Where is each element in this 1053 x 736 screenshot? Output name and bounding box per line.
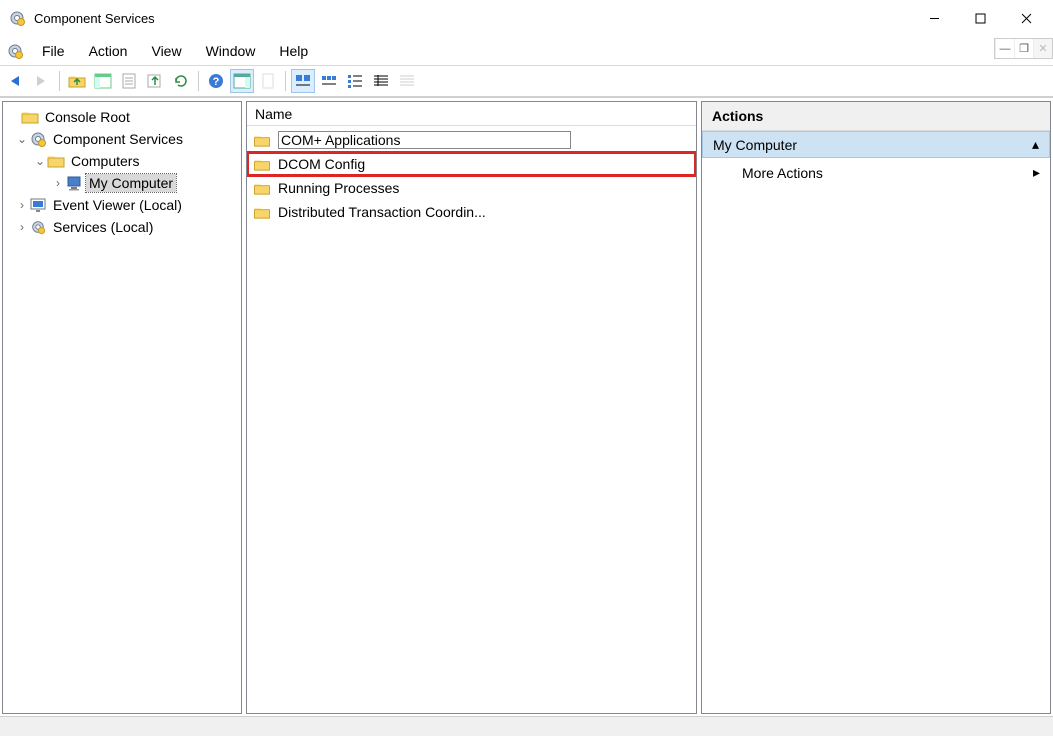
folder-icon: [253, 156, 271, 172]
tree-component-services[interactable]: ⌄ Component Services: [5, 128, 239, 150]
gear-icon: [29, 131, 47, 147]
tree-computers[interactable]: ⌄ Computers: [5, 150, 239, 172]
mdi-close[interactable]: ✕: [1033, 39, 1052, 58]
expander-icon[interactable]: ⌄: [15, 132, 29, 146]
gear-icon: [29, 219, 47, 235]
tree-my-computer[interactable]: › My Computer: [5, 172, 239, 194]
app-icon: [8, 9, 26, 27]
back-button[interactable]: [4, 69, 28, 93]
list-item[interactable]: Distributed Transaction Coordin...: [247, 200, 696, 224]
list-body: COM+ Applications DCOM Config Running Proc…: [247, 126, 696, 226]
mdi-restore[interactable]: ❐: [1014, 39, 1033, 58]
minimize-button[interactable]: [911, 2, 957, 34]
menu-window[interactable]: Window: [194, 39, 268, 63]
actions-title: Actions: [702, 102, 1050, 131]
menu-view[interactable]: View: [139, 39, 193, 63]
tree-label: My Computer: [86, 174, 176, 192]
mdi-minimize[interactable]: —: [995, 39, 1014, 58]
list-item-label: Running Processes: [278, 180, 399, 196]
list-item-label: DCOM Config: [278, 156, 365, 172]
view-detail2-button: [395, 69, 419, 93]
folder-icon: [253, 132, 271, 148]
folder-icon: [253, 204, 271, 220]
title-bar: Component Services: [0, 0, 1053, 36]
list-item[interactable]: COM+ Applications: [247, 128, 696, 152]
menu-file[interactable]: File: [30, 39, 77, 63]
doc-icon: [6, 42, 24, 60]
show-hide-tree-button[interactable]: [91, 69, 115, 93]
list-item-label: Distributed Transaction Coordin...: [278, 204, 486, 220]
folder-icon: [253, 180, 271, 196]
forward-button[interactable]: [30, 69, 54, 93]
list-item[interactable]: Running Processes: [247, 176, 696, 200]
actions-section-label: My Computer: [713, 137, 797, 153]
show-hide-actions-button[interactable]: [230, 69, 254, 93]
actions-more-actions[interactable]: More Actions ▸: [702, 158, 1050, 187]
view-list-button[interactable]: [343, 69, 367, 93]
folder-icon: [21, 109, 39, 125]
export-list-button[interactable]: [143, 69, 167, 93]
folder-icon: [47, 153, 65, 169]
up-button[interactable]: [65, 69, 89, 93]
svg-text:?: ?: [213, 76, 220, 88]
tree-label: Console Root: [42, 108, 133, 126]
tree-event-viewer[interactable]: › Event Viewer (Local): [5, 194, 239, 216]
actions-pane: Actions My Computer ▴ More Actions ▸: [701, 101, 1051, 714]
refresh-button[interactable]: [169, 69, 193, 93]
properties-button[interactable]: [117, 69, 141, 93]
window-title: Component Services: [34, 11, 155, 26]
close-button[interactable]: [1003, 2, 1049, 34]
monitor-icon: [29, 197, 47, 213]
expander-icon[interactable]: ›: [51, 176, 65, 190]
view-large-icons-button[interactable]: [291, 69, 315, 93]
tree-label: Computers: [68, 152, 142, 170]
help-button[interactable]: ?: [204, 69, 228, 93]
main-area: Console Root ⌄ Component Services ⌄ Comp…: [0, 98, 1053, 716]
maximize-button[interactable]: [957, 2, 1003, 34]
expander-icon[interactable]: ›: [15, 198, 29, 212]
tree-label: Component Services: [50, 130, 186, 148]
tree-label: Event Viewer (Local): [50, 196, 185, 214]
list-pane[interactable]: Name COM+ Applications DCOM Config Running…: [246, 101, 697, 714]
menu-action[interactable]: Action: [77, 39, 140, 63]
toolbar: ?: [0, 66, 1053, 98]
actions-section-header[interactable]: My Computer ▴: [702, 131, 1050, 158]
chevron-right-icon: ▸: [1033, 164, 1040, 181]
menu-help[interactable]: Help: [267, 39, 320, 63]
expander-icon[interactable]: ›: [15, 220, 29, 234]
tree-console-root[interactable]: Console Root: [5, 106, 239, 128]
actions-item-label: More Actions: [742, 165, 823, 181]
list-item-label: COM+ Applications: [278, 131, 571, 149]
list-column-header-name[interactable]: Name: [247, 102, 696, 126]
mdi-controls: — ❐ ✕: [994, 38, 1053, 59]
column-header-label: Name: [255, 106, 292, 122]
tree-services-local[interactable]: › Services (Local): [5, 216, 239, 238]
tree-pane[interactable]: Console Root ⌄ Component Services ⌄ Comp…: [2, 101, 242, 714]
view-small-icons-button[interactable]: [317, 69, 341, 93]
list-item[interactable]: DCOM Config: [247, 152, 696, 176]
tree-label: Services (Local): [50, 218, 156, 236]
status-bar: [0, 716, 1053, 736]
expander-icon[interactable]: ⌄: [33, 154, 47, 168]
view-detail-button[interactable]: [369, 69, 393, 93]
menu-bar: File Action View Window Help — ❐ ✕: [0, 36, 1053, 66]
new-button: [256, 69, 280, 93]
computer-icon: [65, 175, 83, 191]
collapse-icon[interactable]: ▴: [1032, 136, 1039, 153]
